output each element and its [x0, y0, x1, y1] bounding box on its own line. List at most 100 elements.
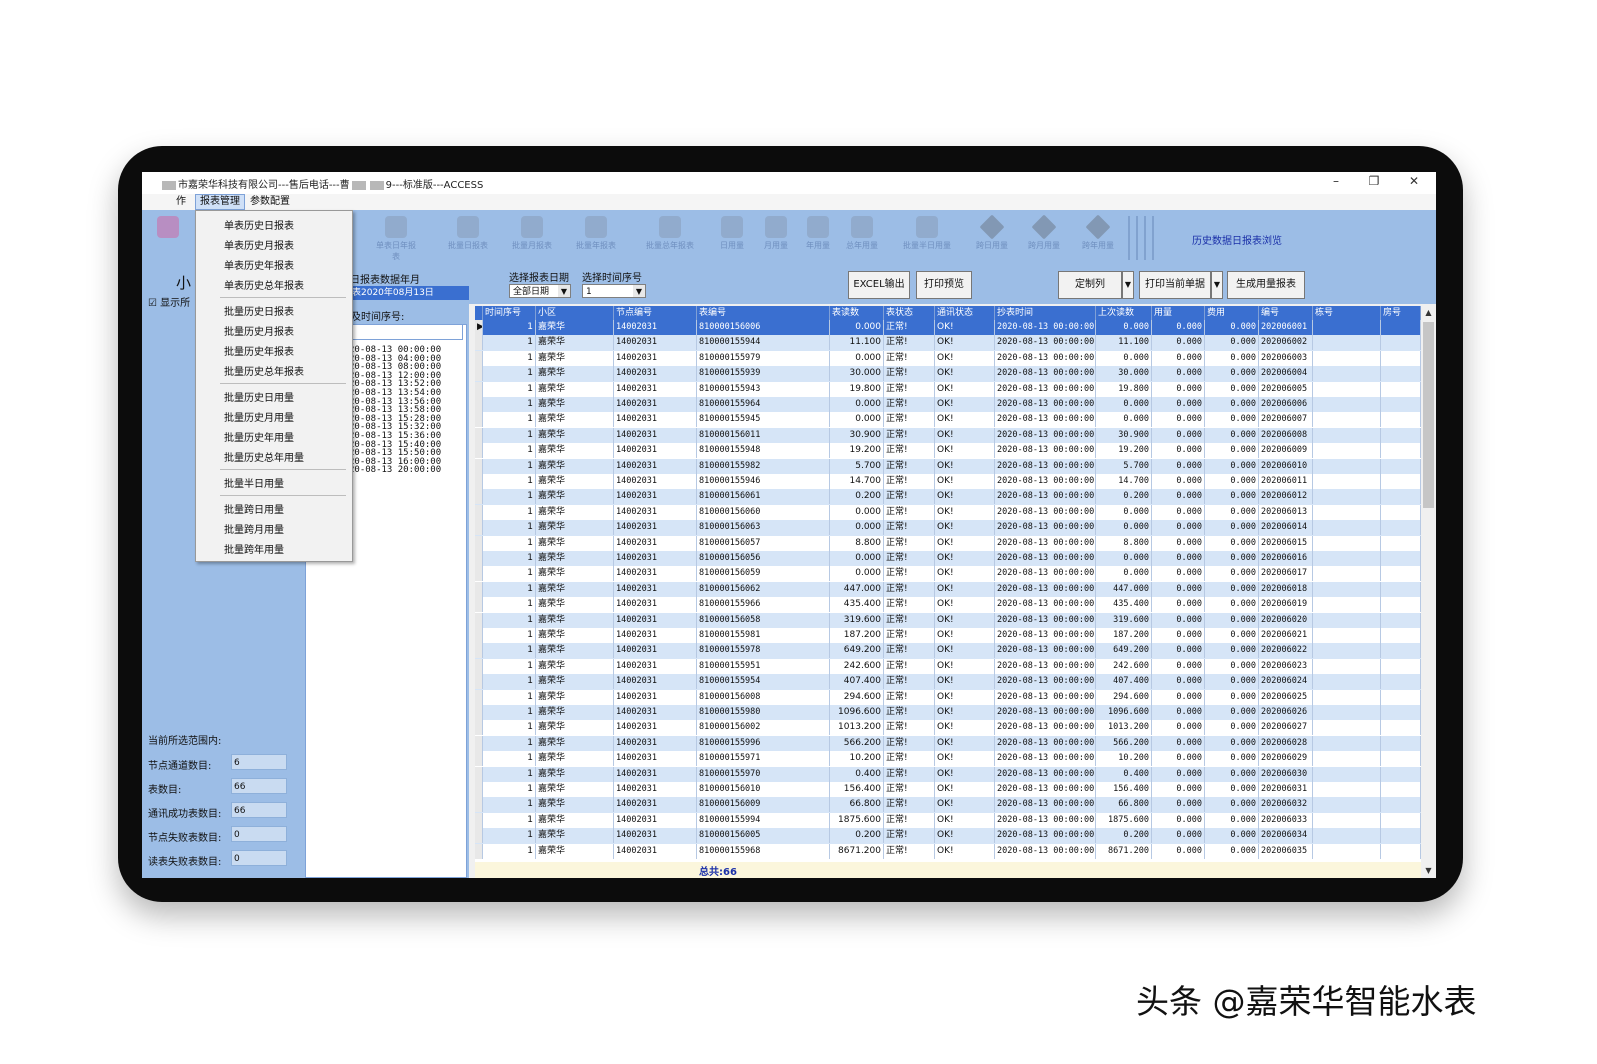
table-cell[interactable]: 1875.600	[830, 812, 884, 828]
table-cell[interactable]: 407.400	[1096, 674, 1152, 690]
table-cell[interactable]: 2020-08-13 00:00:00	[995, 397, 1096, 412]
table-cell[interactable]: OK!	[935, 658, 995, 674]
table-cell[interactable]: OK!	[935, 381, 995, 397]
table-cell[interactable]: 202006028	[1259, 735, 1313, 751]
time-seq-input[interactable]	[345, 324, 463, 340]
table-cell[interactable]: 2020-08-13 00:00:00	[995, 628, 1096, 643]
table-cell[interactable]	[1381, 489, 1421, 505]
column-header[interactable]: 费用	[1205, 306, 1259, 320]
table-cell[interactable]: 8.800	[1096, 535, 1152, 551]
table-cell[interactable]: 14002031	[614, 320, 697, 335]
menu-single-yearly-report[interactable]: 单表历史年报表	[224, 257, 294, 272]
table-cell[interactable]: 1013.200	[830, 720, 884, 736]
table-cell[interactable]: 14002031	[614, 843, 697, 859]
table-cell[interactable]: 810000156011	[697, 427, 830, 443]
table-cell[interactable]: 8671.200	[1096, 843, 1152, 859]
table-cell[interactable]: 正常!	[884, 350, 935, 366]
table-cell[interactable]: 2020-08-13 00:00:00	[995, 474, 1096, 489]
row-indicator[interactable]	[475, 720, 483, 736]
table-cell[interactable]: OK!	[935, 812, 995, 828]
table-cell[interactable]: 649.200	[830, 643, 884, 659]
table-cell[interactable]: 0.000	[1096, 566, 1152, 582]
table-cell[interactable]: 1	[483, 643, 536, 659]
table-row[interactable]: 1 嘉荣华 14002031 810000156010 156.400 正常! OK! 202…	[475, 782, 1421, 798]
scroll-up-icon[interactable]: ▲	[1421, 306, 1436, 320]
table-cell[interactable]: 0.000	[1205, 520, 1259, 536]
table-row[interactable]: ▶1嘉荣华140020318100001560060.000正常!OK!2020…	[475, 320, 1421, 336]
table-cell[interactable]: 2020-08-13 00:00:00	[995, 689, 1096, 705]
table-cell[interactable]: 435.400	[1096, 597, 1152, 613]
column-header[interactable]: 时间序号	[483, 306, 536, 320]
table-cell[interactable]: 嘉荣华	[536, 489, 614, 505]
table-cell[interactable]: 0.000	[1152, 843, 1205, 859]
table-cell[interactable]: 0.000	[1205, 612, 1259, 628]
table-cell[interactable]	[1313, 843, 1381, 859]
table-cell[interactable]: 435.400	[830, 597, 884, 613]
table-cell[interactable]: 1	[483, 566, 536, 582]
menu-batch-total-yearly-usage[interactable]: 批量历史总年用量	[224, 449, 304, 464]
row-indicator[interactable]	[475, 504, 483, 520]
table-cell[interactable]	[1381, 705, 1421, 720]
table-cell[interactable]: 14002031	[614, 828, 697, 844]
table-cell[interactable]: OK!	[935, 782, 995, 797]
table-cell[interactable]: 正常!	[884, 782, 935, 797]
table-cell[interactable]	[1313, 458, 1381, 474]
table-cell[interactable]: 14002031	[614, 381, 697, 397]
table-cell[interactable]: 0.000	[1205, 427, 1259, 443]
table-cell[interactable]	[1313, 658, 1381, 674]
table-cell[interactable]: 202006026	[1259, 705, 1313, 720]
table-cell[interactable]	[1313, 751, 1381, 767]
table-cell[interactable]: 0.000	[1205, 689, 1259, 705]
table-row[interactable]: 1 嘉荣华 14002031 810000156062 447.000 正常! OK! 202…	[475, 581, 1421, 598]
table-cell[interactable]: 2020-08-13 00:00:00	[995, 381, 1096, 397]
row-indicator[interactable]	[475, 474, 483, 489]
table-cell[interactable]: 2020-08-13 00:00:00	[995, 674, 1096, 690]
table-cell[interactable]: 14002031	[614, 689, 697, 705]
table-cell[interactable]: 2020-08-13 00:00:00	[995, 551, 1096, 566]
tool-button[interactable]: 单表日年报表	[374, 214, 418, 262]
table-cell[interactable]: 2020-08-13 00:00:00	[995, 705, 1096, 720]
table-cell[interactable]: 14002031	[614, 751, 697, 767]
table-cell[interactable]: 嘉荣华	[536, 720, 614, 736]
table-cell[interactable]: 0.000	[1205, 658, 1259, 674]
table-cell[interactable]: 0.000	[1205, 320, 1259, 335]
table-cell[interactable]: 正常!	[884, 381, 935, 397]
table-cell[interactable]: OK!	[935, 520, 995, 536]
table-cell[interactable]: 0.000	[1152, 782, 1205, 797]
table-cell[interactable]	[1313, 427, 1381, 443]
table-cell[interactable]: 1	[483, 828, 536, 844]
table-cell[interactable]: OK!	[935, 843, 995, 859]
table-cell[interactable]	[1381, 535, 1421, 551]
table-cell[interactable]: OK!	[935, 828, 995, 844]
table-cell[interactable]: 0.000	[1205, 843, 1259, 859]
table-cell[interactable]: 0.000	[1096, 520, 1152, 536]
table-cell[interactable]: 202006020	[1259, 612, 1313, 628]
table-row[interactable]: 1 嘉荣华 14002031 810000155964 0.000 正常! OK! 2020-…	[475, 397, 1421, 413]
minimize-button[interactable]: –	[1326, 174, 1346, 188]
table-cell[interactable]: 14.700	[830, 474, 884, 489]
table-cell[interactable]: 202006002	[1259, 335, 1313, 351]
table-cell[interactable]: 1	[483, 581, 536, 597]
table-cell[interactable]: 14002031	[614, 628, 697, 643]
row-indicator[interactable]: ▶	[475, 320, 483, 335]
table-cell[interactable]	[1313, 520, 1381, 536]
table-cell[interactable]: OK!	[935, 397, 995, 412]
table-cell[interactable]: 1	[483, 735, 536, 751]
table-cell[interactable]: 正常!	[884, 581, 935, 597]
table-cell[interactable]: 810000155943	[697, 381, 830, 397]
table-cell[interactable]: OK!	[935, 535, 995, 551]
table-cell[interactable]: 0.000	[830, 520, 884, 536]
table-cell[interactable]	[1313, 720, 1381, 736]
table-cell[interactable]	[1381, 427, 1421, 443]
table-row[interactable]: 1 嘉荣华 14002031 810000155978 649.200 正常! OK! 202…	[475, 643, 1421, 659]
table-cell[interactable]	[1313, 581, 1381, 597]
table-row[interactable]: 1 嘉荣华 14002031 810000155946 14.700 正常! OK! 2020…	[475, 474, 1421, 490]
table-cell[interactable]: 0.000	[1152, 658, 1205, 674]
menu-single-monthly-report[interactable]: 单表历史月报表	[224, 237, 294, 252]
table-cell[interactable]	[1313, 689, 1381, 705]
table-cell[interactable]: 810000155945	[697, 412, 830, 428]
table-cell[interactable]: OK!	[935, 443, 995, 459]
table-cell[interactable]: 187.200	[830, 628, 884, 643]
table-cell[interactable]: 正常!	[884, 397, 935, 412]
row-indicator[interactable]	[475, 381, 483, 397]
